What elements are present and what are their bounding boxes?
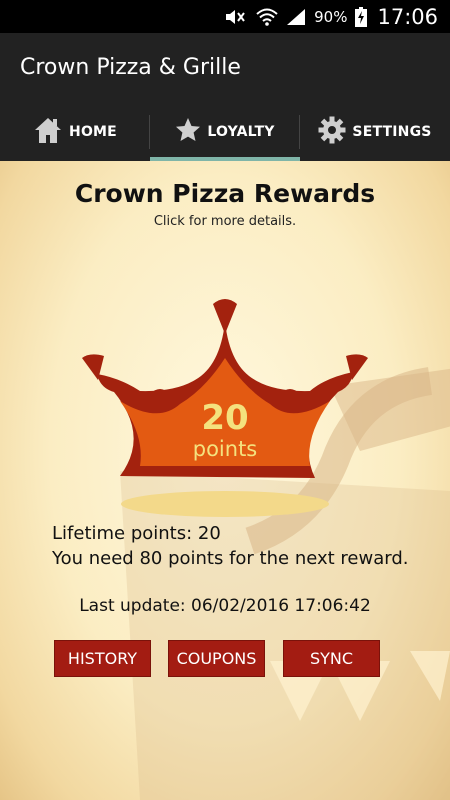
tab-settings-label: SETTINGS	[352, 124, 432, 140]
rewards-details-link[interactable]: Click for more details.	[0, 214, 450, 229]
points-label: points	[192, 437, 258, 461]
tab-settings[interactable]: SETTINGS	[300, 103, 450, 161]
mute-icon	[224, 8, 248, 26]
home-icon	[33, 116, 63, 149]
lifetime-points-text: Lifetime points: 20	[52, 523, 221, 544]
last-update-text: Last update: 06/02/2016 17:06:42	[79, 596, 371, 616]
status-icons: 90% 17:06	[224, 0, 438, 33]
loyalty-content: Crown Pizza Rewards Click for more detai…	[0, 161, 450, 800]
battery-icon	[355, 6, 368, 27]
tab-loyalty[interactable]: LOYALTY	[150, 103, 300, 161]
history-button[interactable]: HISTORY	[54, 640, 151, 677]
clock: 17:06	[377, 4, 438, 29]
tab-home-label: HOME	[69, 124, 117, 140]
tab-home[interactable]: HOME	[0, 103, 150, 161]
sync-button[interactable]: SYNC	[283, 640, 380, 677]
gear-icon	[318, 116, 346, 149]
action-bar: Crown Pizza & Grille	[0, 33, 450, 103]
app-title: Crown Pizza & Grille	[20, 55, 241, 80]
signal-icon	[286, 8, 306, 26]
rewards-title: Crown Pizza Rewards	[74, 179, 376, 208]
points-value: 20	[201, 398, 249, 438]
tab-loyalty-label: LOYALTY	[207, 124, 275, 140]
next-reward-text: You need 80 points for the next reward.	[52, 548, 409, 569]
coupons-button[interactable]: COUPONS	[168, 640, 265, 677]
star-icon	[175, 117, 201, 148]
status-bar: 90% 17:06	[0, 0, 450, 33]
wifi-icon	[256, 8, 278, 26]
tab-bar: HOME LOYALTY SETTINGS	[0, 103, 450, 161]
battery-percent: 90%	[314, 7, 348, 26]
